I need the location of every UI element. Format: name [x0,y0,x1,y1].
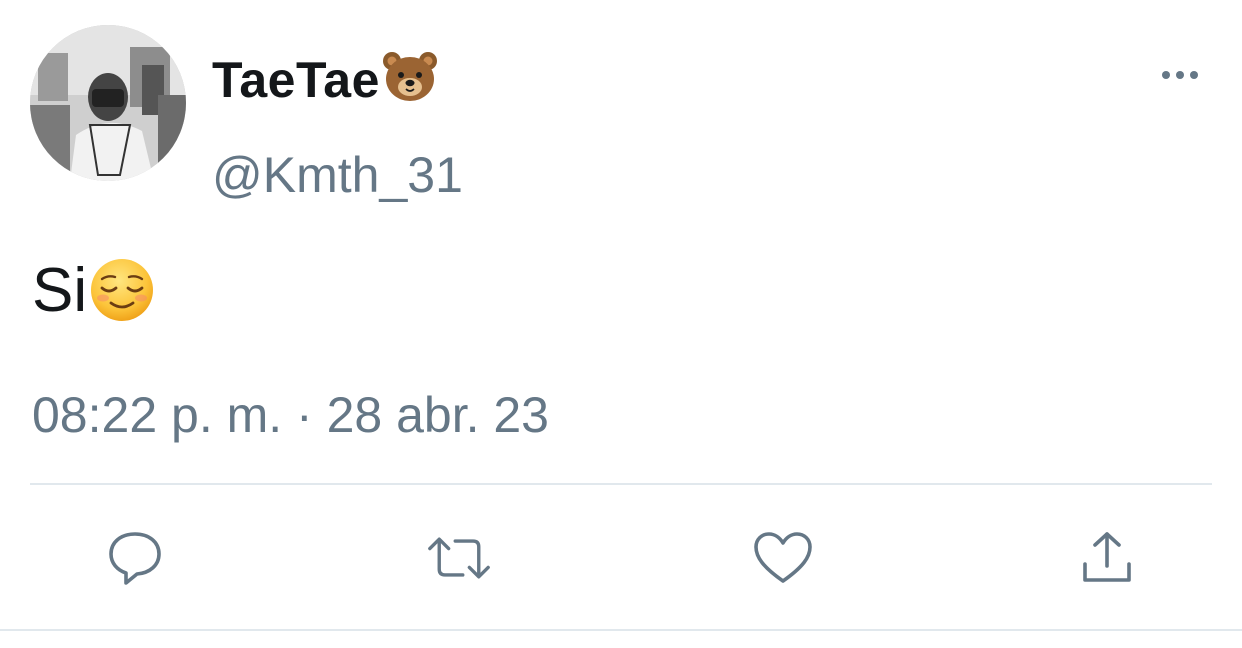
like-button[interactable] [751,526,815,590]
avatar-photo [30,25,186,181]
retweet-button[interactable] [427,526,491,590]
avatar[interactable] [30,25,186,181]
tweet-text-content: Si [32,256,88,325]
share-icon [1083,532,1131,582]
tweet-timestamp[interactable]: 08:22 p. m. · 28 abr. 23 [32,386,549,444]
display-name-text: TaeTae [212,52,380,108]
relieved-face-icon [91,259,154,321]
share-button[interactable] [1075,526,1139,590]
bear-face-icon [382,52,437,101]
divider [0,629,1242,631]
display-name[interactable]: TaeTae [212,50,438,110]
author-handle[interactable]: @Kmth_31 [212,146,463,204]
retweet-icon [428,537,490,579]
more-horizontal-icon [1162,71,1198,79]
tweet-text: Si [32,256,155,326]
reply-button[interactable] [103,526,167,590]
divider [30,483,1212,485]
more-options-button[interactable] [1150,58,1210,92]
reply-icon [109,532,161,585]
heart-icon [754,532,812,583]
